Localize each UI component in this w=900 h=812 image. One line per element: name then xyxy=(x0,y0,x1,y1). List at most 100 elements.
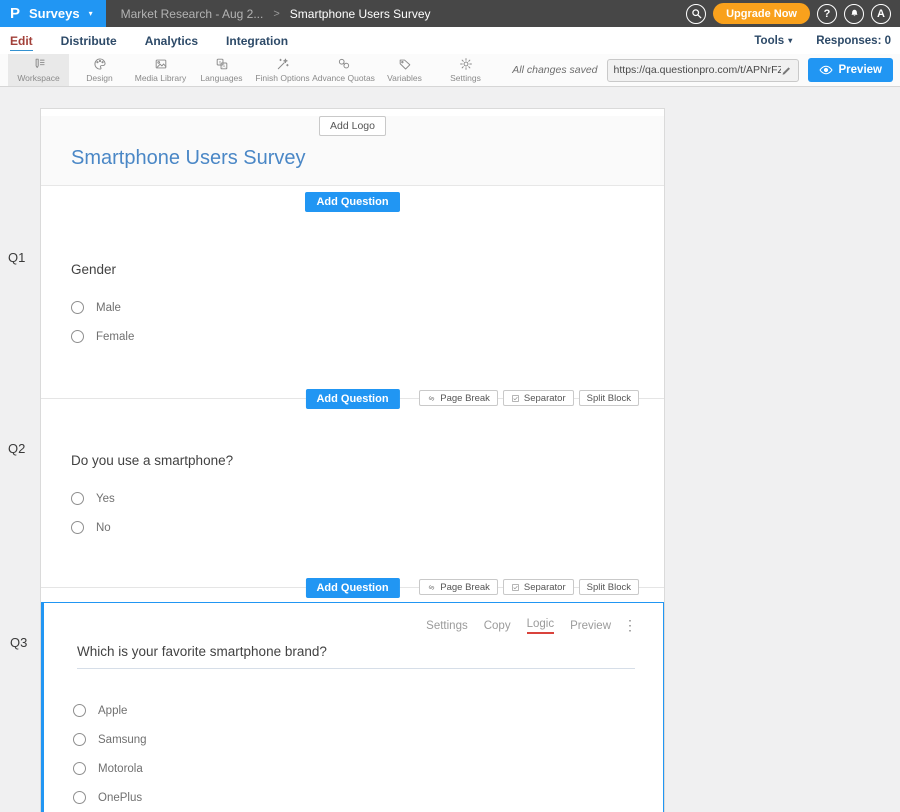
top-bar: P Surveys ▾ Market Research - Aug 2... >… xyxy=(0,0,900,27)
toolbar-item-variables[interactable]: Variables xyxy=(374,54,435,86)
surveys-menu[interactable]: P Surveys ▾ xyxy=(0,0,106,27)
option-row: OnePlus xyxy=(73,783,663,812)
radio-button[interactable] xyxy=(71,330,84,343)
option-label[interactable]: Motorola xyxy=(98,763,143,775)
option-row: Samsung xyxy=(73,725,663,754)
question-text-field: Which is your favorite smartphone brand? xyxy=(77,644,635,669)
toolbar-item-workspace[interactable]: Workspace xyxy=(8,54,69,86)
option-row: Yes xyxy=(71,484,634,513)
kebab-menu-icon[interactable]: ⋮ xyxy=(623,617,637,634)
options-list: Male Female xyxy=(71,293,634,351)
finish-options-icon xyxy=(276,57,290,71)
edit-url-button[interactable] xyxy=(781,65,792,76)
option-label[interactable]: Yes xyxy=(96,493,115,505)
radio-button[interactable] xyxy=(73,704,86,717)
option-label[interactable]: No xyxy=(96,522,111,534)
add-question-row-1: Add Question xyxy=(41,186,664,218)
eye-icon xyxy=(819,65,833,75)
survey-url-input[interactable] xyxy=(614,64,781,76)
split-block-button[interactable]: Split Block xyxy=(579,579,639,595)
account-avatar[interactable]: A xyxy=(871,4,891,24)
radio-button[interactable] xyxy=(71,521,84,534)
toolbar-item-languages[interactable]: xA Languages xyxy=(191,54,252,86)
add-question-button[interactable]: Add Question xyxy=(305,578,399,598)
option-label[interactable]: Male xyxy=(96,302,121,314)
add-question-button[interactable]: Add Question xyxy=(305,192,399,212)
breadcrumb-folder[interactable]: Market Research - Aug 2... xyxy=(121,7,264,21)
option-label[interactable]: OnePlus xyxy=(98,792,142,804)
split-block-button[interactable]: Split Block xyxy=(579,390,639,406)
bell-icon xyxy=(849,8,860,19)
page-break-button[interactable]: Page Break xyxy=(419,390,498,406)
questionpro-logo-icon: P xyxy=(10,6,20,21)
page-break-icon xyxy=(427,583,436,592)
toolbar-item-settings[interactable]: Settings xyxy=(435,54,496,86)
question-preview-link[interactable]: Preview xyxy=(570,620,611,632)
option-label[interactable]: Female xyxy=(96,331,134,343)
separator-button[interactable]: Separator xyxy=(503,390,574,406)
page-break-label: Page Break xyxy=(440,582,490,593)
tab-edit-label: Edit xyxy=(10,34,33,51)
question-block-q2[interactable]: Do you use a smartphone? Yes No xyxy=(41,453,664,578)
question-number-q1: Q1 xyxy=(8,250,25,265)
editor-toolbar: Workspace Design Media Library xA Langua… xyxy=(0,54,900,87)
separator-label: Separator xyxy=(524,582,566,593)
toolbar-item-label: Advance Quotas xyxy=(312,73,375,83)
question-logic-link[interactable]: Logic xyxy=(527,618,555,634)
option-label[interactable]: Samsung xyxy=(98,734,147,746)
tools-dropdown[interactable]: Tools ▾ xyxy=(754,35,792,47)
radio-button[interactable] xyxy=(73,733,86,746)
toolbar-item-label: Design xyxy=(86,73,112,83)
radio-button[interactable] xyxy=(73,791,86,804)
preview-button[interactable]: Preview xyxy=(808,58,893,82)
question-mark-icon: ? xyxy=(824,8,831,20)
question-text[interactable]: Do you use a smartphone? xyxy=(71,453,634,468)
advance-quotas-icon xyxy=(337,57,351,71)
tab-analytics-label: Analytics xyxy=(145,34,198,48)
breadcrumb-survey[interactable]: Smartphone Users Survey xyxy=(290,7,431,21)
tab-integration[interactable]: Integration xyxy=(212,34,302,48)
question-block-q3-selected[interactable]: Settings Copy Logic Preview ⋮ Which is y… xyxy=(41,602,664,812)
survey-canvas: Add Logo Smartphone Users Survey Add Que… xyxy=(40,108,665,812)
page-break-icon xyxy=(427,394,436,403)
question-block-q1[interactable]: Gender Male Female xyxy=(41,262,664,389)
add-question-button[interactable]: Add Question xyxy=(305,389,399,409)
toolbar-item-label: Media Library xyxy=(135,73,187,83)
tab-distribute-label: Distribute xyxy=(61,34,117,48)
question-text[interactable]: Which is your favorite smartphone brand? xyxy=(77,644,635,659)
breadcrumb: Market Research - Aug 2... > Smartphone … xyxy=(121,7,431,21)
survey-header: Add Logo Smartphone Users Survey xyxy=(41,116,664,186)
search-button[interactable] xyxy=(686,4,706,24)
tab-analytics[interactable]: Analytics xyxy=(131,34,212,48)
separator-button[interactable]: Separator xyxy=(503,579,574,595)
radio-button[interactable] xyxy=(71,301,84,314)
svg-text:A: A xyxy=(222,64,225,69)
upgrade-now-button[interactable]: Upgrade Now xyxy=(713,3,810,24)
add-logo-button[interactable]: Add Logo xyxy=(319,116,386,136)
radio-button[interactable] xyxy=(71,492,84,505)
toolbar-item-media-library[interactable]: Media Library xyxy=(130,54,191,86)
survey-title[interactable]: Smartphone Users Survey xyxy=(71,147,664,170)
tab-distribute[interactable]: Distribute xyxy=(47,34,131,48)
toolbar-item-finish-options[interactable]: Finish Options xyxy=(252,54,313,86)
option-row: No xyxy=(71,513,634,542)
question-settings-link[interactable]: Settings xyxy=(426,620,468,632)
toolbar-item-design[interactable]: Design xyxy=(69,54,130,86)
help-button[interactable]: ? xyxy=(817,4,837,24)
tab-edit[interactable]: Edit xyxy=(0,34,47,48)
section-divider: Add Question Page Break Separator Split … xyxy=(41,578,664,596)
radio-button[interactable] xyxy=(73,762,86,775)
option-label[interactable]: Apple xyxy=(98,705,127,717)
question-copy-link[interactable]: Copy xyxy=(484,620,511,632)
toolbar-item-advance-quotas[interactable]: Advance Quotas xyxy=(313,54,374,86)
options-list: Apple Samsung Motorola OnePlus xyxy=(44,696,663,812)
variables-icon xyxy=(398,57,412,71)
split-block-label: Split Block xyxy=(587,393,631,404)
page-break-button[interactable]: Page Break xyxy=(419,579,498,595)
topbar-actions: Upgrade Now ? A xyxy=(686,3,900,24)
notifications-button[interactable] xyxy=(844,4,864,24)
responses-count[interactable]: Responses: 0 xyxy=(816,35,891,47)
question-text[interactable]: Gender xyxy=(71,262,634,277)
toolbar-item-label: Workspace xyxy=(17,73,59,83)
toolbar-right: All changes saved Preview xyxy=(512,54,900,86)
